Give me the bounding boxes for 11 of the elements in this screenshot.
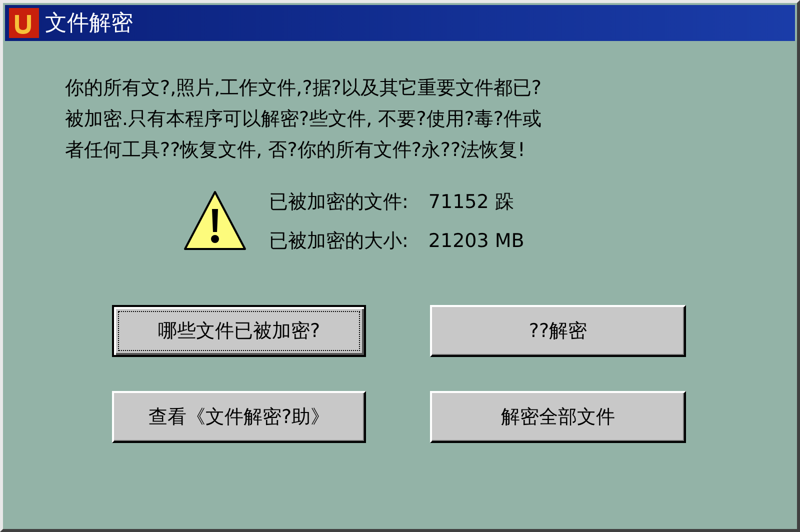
- dialog-button[interactable]: 查看《文件解密?助》: [112, 391, 366, 443]
- app-icon: [9, 8, 39, 38]
- dialog-button[interactable]: ??解密: [430, 305, 686, 357]
- stat-value: 21203 MB: [428, 228, 524, 254]
- dialog-button[interactable]: 解密全部文件: [430, 391, 686, 443]
- dialog-button[interactable]: 哪些文件已被加密?: [112, 305, 366, 357]
- stat-value: 71152 跺: [428, 190, 514, 215]
- window-title: 文件解密: [45, 10, 133, 38]
- stat-label: 已被加密的大小:: [269, 228, 408, 254]
- stat-label: 已被加密的文件:: [269, 190, 408, 215]
- warning-message: 你的所有文?,照片,工作文件,?据?以及其它重要文件都已? 被加密.只有本程序可以解密?些文件, 不要?使用?毒?件或 者任何工具??恢复文件, 否?你的所有文件?永??法恢复!: [65, 76, 542, 163]
